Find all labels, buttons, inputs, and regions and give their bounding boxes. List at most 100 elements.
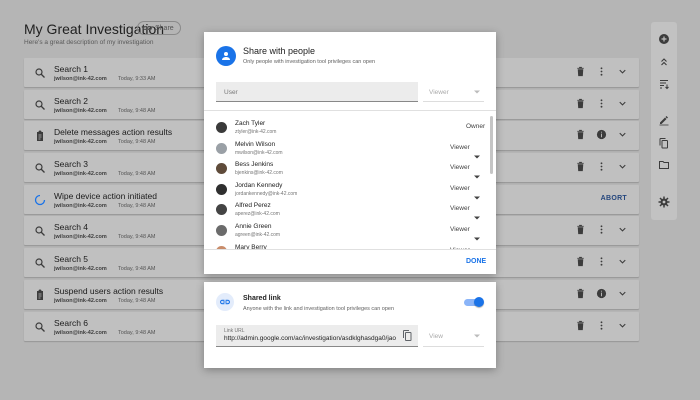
trash-icon[interactable] (575, 256, 587, 268)
search-icon (34, 66, 46, 78)
shared-link-toggle[interactable] (464, 297, 484, 307)
person-name: Annie Green (235, 223, 272, 230)
row-title: Search 3 (54, 159, 89, 170)
person-role-select[interactable]: Viewer (450, 205, 470, 212)
share-chip-button[interactable]: Share (137, 21, 181, 35)
row-time: Today, 9:48 AM (118, 171, 156, 178)
person-email: bjenkins@ink-42.com (235, 170, 283, 177)
chevron-down-icon[interactable] (617, 224, 629, 236)
search-icon (34, 161, 46, 174)
row-user: jwilson@ink-42.com (54, 76, 107, 82)
trash-icon[interactable] (575, 320, 587, 332)
row-user: jwilson@ink-42.com (54, 297, 107, 304)
dropdown-arrow-icon (474, 90, 480, 94)
folder-icon[interactable] (658, 159, 670, 171)
shared-link-title: Shared link (243, 295, 281, 302)
person-email: jordankennedy@ink-42.com (235, 190, 298, 197)
sort-icon[interactable] (658, 78, 670, 90)
link-icon (143, 26, 152, 30)
edit-icon[interactable] (658, 114, 670, 126)
trash-icon[interactable] (575, 98, 587, 110)
investigation-description: Here's a great description of my investi… (24, 39, 154, 46)
person-row: Bess Jenkins bjenkins@ink-42.com Viewer (204, 160, 496, 180)
done-button[interactable]: DONE (466, 258, 486, 265)
person-row: Alfred Perez aperez@ink-42.com Viewer (204, 201, 496, 221)
more-icon[interactable] (596, 256, 608, 268)
collapse-icon[interactable] (658, 56, 670, 68)
person-name: Melvin Wilson (235, 140, 276, 148)
person-role-select[interactable]: Viewer (450, 226, 470, 233)
row-user: jwilson@ink-42.com (54, 329, 107, 336)
chevron-down-icon[interactable] (617, 129, 629, 141)
people-list[interactable]: Zach Tyler ztyler@ink-42.com Owner Melvi… (204, 111, 496, 249)
row-user: jwilson@ink-42.com (54, 139, 107, 146)
more-icon[interactable] (596, 224, 608, 236)
trash-icon[interactable] (575, 161, 587, 173)
person-role: Owner (466, 123, 486, 130)
row-time: Today, 9:48 AM (118, 234, 156, 241)
row-title: Delete messages action results (54, 127, 173, 138)
row-title: Search 4 (54, 222, 89, 233)
trash-icon[interactable] (575, 66, 587, 78)
row-user: jwilson@ink-42.com (54, 202, 107, 209)
row-title: Wipe device action initiated (54, 190, 158, 201)
row-user: jwilson@ink-42.com (54, 107, 107, 114)
person-name: Jordan Kennedy (235, 181, 283, 189)
share-dialog-subtitle: Only people with investigation tool priv… (243, 59, 376, 65)
trash-icon[interactable] (575, 288, 587, 300)
user-input[interactable]: User (216, 82, 418, 102)
trash-icon[interactable] (575, 129, 587, 141)
toggle-knob (474, 297, 484, 307)
info-icon[interactable] (596, 129, 608, 141)
avatar (216, 204, 227, 216)
person-email: aperez@ink-42.com (235, 211, 280, 218)
person-role-select[interactable]: Viewer (450, 144, 470, 151)
person-role-select[interactable]: Viewer (450, 164, 470, 171)
dropdown-arrow-icon (474, 334, 480, 338)
chevron-down-icon[interactable] (617, 320, 629, 332)
copy-icon[interactable] (658, 137, 670, 149)
person-role-select[interactable]: Viewer (450, 185, 470, 192)
avatar (216, 183, 227, 195)
view-select-value: View (429, 333, 443, 340)
row-title: Search 5 (54, 254, 89, 265)
row-user: jwilson@ink-42.com (54, 171, 107, 178)
role-select[interactable]: Viewer (423, 82, 484, 102)
avatar (216, 122, 227, 133)
more-icon[interactable] (596, 320, 608, 332)
link-url-label: Link URL (224, 328, 245, 334)
role-select-value: Viewer (429, 89, 449, 96)
chevron-down-icon[interactable] (617, 98, 629, 110)
clipboard-icon (34, 288, 46, 300)
more-icon[interactable] (596, 98, 608, 110)
person-email: agreen@ink-42.com (235, 232, 281, 238)
row-time: Today, 9:33 AM (118, 76, 156, 82)
clipboard-icon (34, 129, 46, 142)
more-icon[interactable] (596, 161, 608, 173)
divider (204, 249, 496, 250)
chevron-down-icon[interactable] (617, 256, 629, 268)
person-email: mwilson@ink-42.com (235, 149, 283, 156)
settings-icon[interactable] (658, 196, 670, 208)
chevron-down-icon[interactable] (617, 288, 629, 300)
row-title: Search 2 (54, 95, 89, 106)
row-time: Today, 9:48 AM (118, 107, 156, 114)
avatar (216, 142, 227, 154)
view-select[interactable]: View (423, 325, 484, 347)
row-time: Today, 9:48 AM (118, 202, 156, 209)
link-url-value[interactable]: http://admin.google.com/ac/investigation… (224, 335, 402, 342)
copy-icon[interactable] (403, 330, 412, 341)
people-scrollbar[interactable] (490, 116, 493, 174)
chevron-down-icon[interactable] (617, 161, 629, 173)
row-title: Suspend users action results (54, 285, 164, 296)
row-user: jwilson@ink-42.com (54, 266, 107, 273)
row-title: Search 6 (54, 317, 89, 328)
trash-icon[interactable] (575, 224, 587, 236)
add-icon[interactable] (658, 33, 670, 45)
chevron-down-icon[interactable] (617, 66, 629, 78)
person-row: Melvin Wilson mwilson@ink-42.com Viewer (204, 140, 496, 160)
more-icon[interactable] (596, 66, 608, 78)
search-icon (34, 98, 46, 110)
info-icon[interactable] (596, 288, 608, 300)
abort-button[interactable]: ABORT (601, 195, 627, 202)
